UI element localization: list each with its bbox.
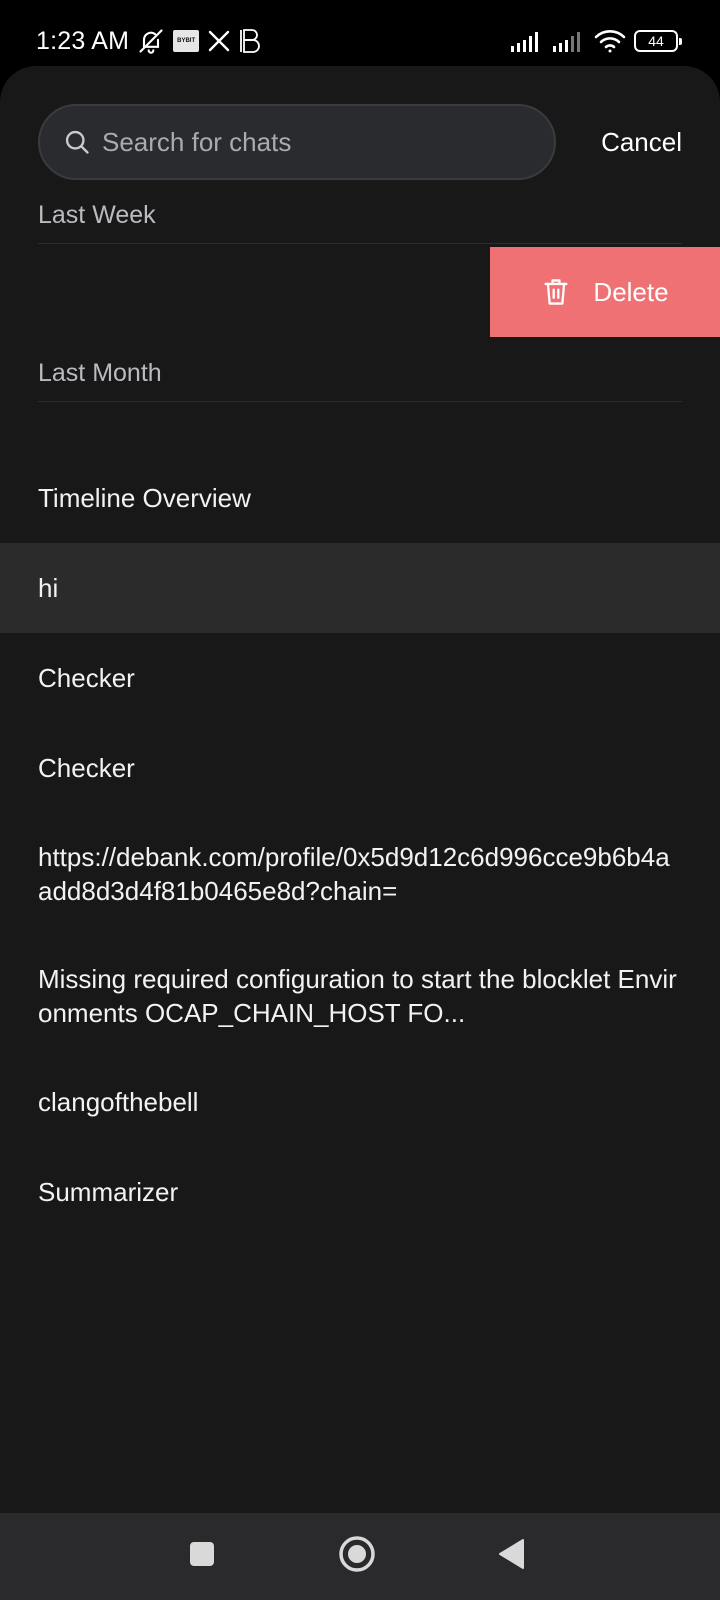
chat-title: hi bbox=[38, 573, 59, 603]
search-icon bbox=[62, 127, 92, 157]
b-app-icon bbox=[239, 26, 261, 56]
bybit-icon: BYBIT bbox=[173, 26, 200, 56]
trash-icon bbox=[541, 277, 571, 307]
chat-item[interactable]: Checker bbox=[0, 723, 720, 813]
swiped-chat-row[interactable]: Delete bbox=[0, 247, 720, 337]
chat-title: clangofthebell bbox=[38, 1087, 199, 1117]
status-bar-right: 44 bbox=[510, 26, 682, 56]
signal-icon bbox=[510, 26, 544, 56]
battery-level: 44 bbox=[648, 33, 664, 49]
cancel-button[interactable]: Cancel bbox=[601, 122, 682, 162]
section-header-last-month: Last Month bbox=[38, 354, 682, 402]
chat-title: Summarizer bbox=[38, 1177, 179, 1207]
delete-button[interactable]: Delete bbox=[490, 247, 720, 337]
chat-search-sheet: Cancel Last Week Delete Last Month Timel… bbox=[0, 66, 720, 1513]
back-icon bbox=[497, 1538, 527, 1575]
chat-item[interactable]: Summarizer bbox=[0, 1147, 720, 1237]
recent-apps-icon bbox=[188, 1540, 216, 1573]
section-header-last-week: Last Week bbox=[38, 196, 682, 244]
status-time: 1:23 AM bbox=[36, 26, 130, 55]
chat-item[interactable]: Checker bbox=[0, 633, 720, 723]
recent-apps-button[interactable] bbox=[162, 1513, 242, 1600]
x-logo-icon bbox=[207, 26, 231, 56]
delete-label: Delete bbox=[593, 276, 669, 307]
home-button[interactable] bbox=[317, 1513, 397, 1600]
wifi-icon bbox=[594, 26, 626, 56]
chat-item[interactable]: clangofthebell bbox=[0, 1057, 720, 1147]
chat-list: Timeline Overview hi Checker Checker htt… bbox=[0, 453, 720, 1237]
chat-title: Missing required configuration to start … bbox=[38, 964, 677, 1028]
signal-icon bbox=[552, 26, 586, 56]
battery-icon: 44 bbox=[634, 30, 682, 52]
chat-title: Timeline Overview bbox=[38, 483, 251, 513]
back-button[interactable] bbox=[472, 1513, 552, 1600]
chat-item[interactable]: https://debank.com/profile/0x5d9d12c6d99… bbox=[0, 813, 720, 935]
bybit-badge-label: BYBIT bbox=[173, 30, 200, 52]
chat-item[interactable]: Timeline Overview bbox=[0, 453, 720, 543]
chat-title: Checker bbox=[38, 663, 135, 693]
chat-item-selected[interactable]: hi bbox=[0, 543, 720, 633]
chat-title: Checker bbox=[38, 753, 135, 783]
home-icon bbox=[338, 1535, 376, 1578]
search-box[interactable] bbox=[38, 104, 556, 180]
chat-title: https://debank.com/profile/0x5d9d12c6d99… bbox=[38, 842, 670, 906]
chat-item[interactable]: Missing required configuration to start … bbox=[0, 935, 720, 1057]
search-input[interactable] bbox=[102, 126, 554, 158]
status-bar-left: 1:23 AM BYBIT bbox=[36, 24, 261, 58]
bell-off-icon bbox=[137, 26, 165, 56]
system-nav-bar bbox=[0, 1513, 720, 1600]
